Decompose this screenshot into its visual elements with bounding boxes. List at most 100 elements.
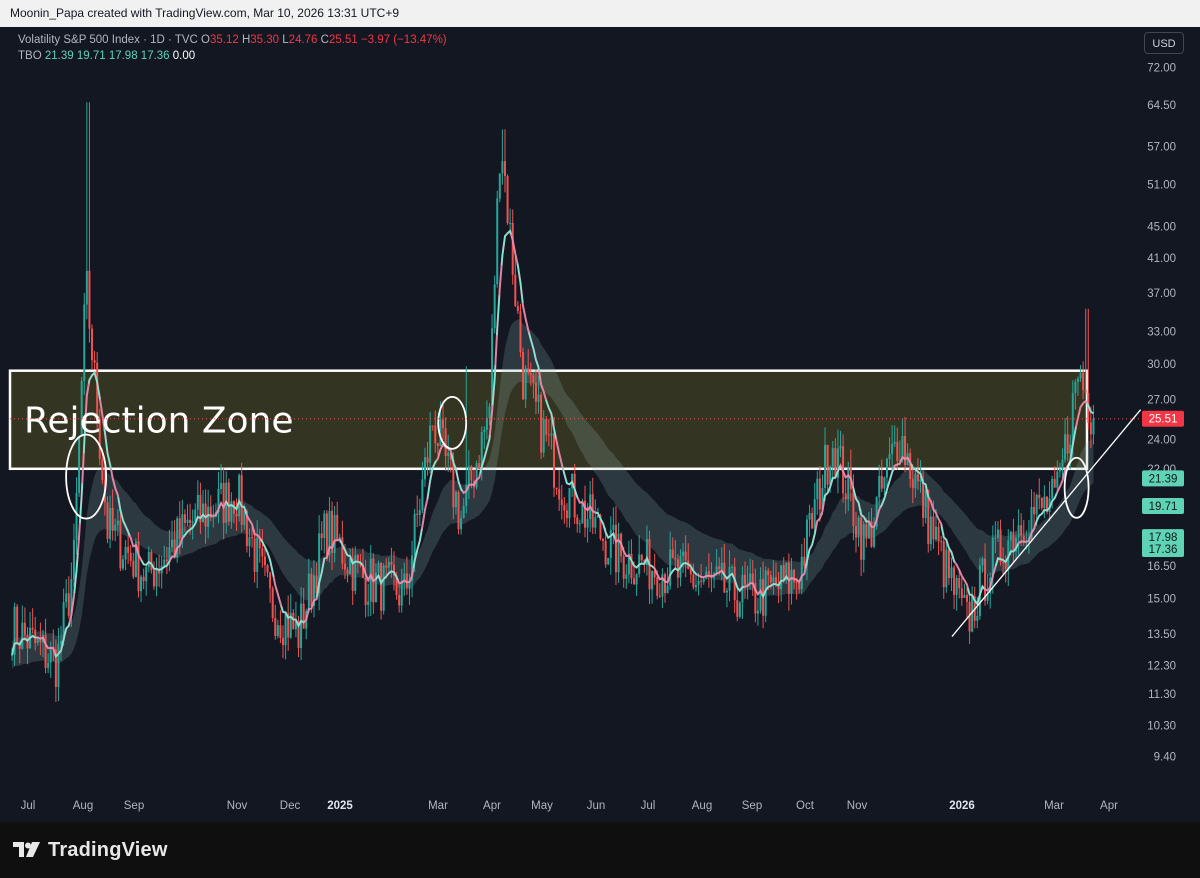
candle-body [640,554,643,561]
candle-body [560,499,563,506]
y-tick-label: 15.00 [1147,593,1176,605]
candle-body [279,625,282,638]
candle-body [447,452,450,457]
candle-body [780,565,783,590]
indicator-legend: TBO 21.39 19.71 17.98 17.36 0.00 [18,50,195,62]
candle-body [865,524,868,539]
candle-body [831,448,834,467]
candle-body [1074,382,1077,393]
candle-body [75,493,78,540]
candle-body [671,549,674,558]
candle-body [824,444,827,489]
candle-body [1092,418,1095,435]
candle-body [212,517,215,519]
candle-body [772,577,775,583]
candle-body [501,161,504,174]
candle-body [862,524,865,560]
candle-body [114,524,117,531]
tradingview-brand[interactable]: TradingView [12,838,168,862]
candle-body [929,516,932,545]
y-tick-label: 45.00 [1147,222,1176,234]
price-chart[interactable]: Rejection Zone 72.00 64.50 57.00 51.00 45.00 4… [0,27,1200,822]
candle-body [857,517,860,538]
candle-body [186,519,189,523]
candle-body [436,443,439,447]
candle-body [423,457,426,480]
candle-body [751,573,754,584]
candle-body [839,446,842,449]
candle-body [367,601,370,605]
candle-body [493,284,496,329]
candle-body [140,576,143,592]
candle-body [503,161,506,177]
indicator-extra-value: 0.00 [172,50,196,62]
candle-body [844,493,847,500]
candle-body [945,549,948,588]
candle-body [700,580,703,582]
price-label: 21.39 [1149,473,1178,485]
candle-body [1043,496,1046,508]
candle-body [263,556,266,566]
candle-body [604,541,607,565]
candle-body [91,328,94,361]
candle-body [932,516,935,540]
chart-panel[interactable]: Rejection Zone 72.00 64.50 57.00 51.00 45.00 4… [0,27,1200,822]
candle-body [1035,494,1038,515]
candle-body [756,610,759,614]
candle-body [684,551,687,561]
attribution-text: Moonin_Papa created with TradingView.com… [10,6,400,20]
candle-body [413,513,416,556]
candle-body [937,526,940,542]
candle-body [178,518,181,539]
candle-body [47,662,50,668]
x-tick-label: Mar [428,800,448,812]
candle-body [725,590,728,593]
candle-body [1051,478,1054,499]
brand-name: TradingView [48,838,168,861]
candle-body [191,521,194,524]
candle-body [1066,434,1069,454]
y-tick-label: 24.00 [1147,434,1176,446]
candle-body [891,443,894,455]
candle-body [532,375,535,383]
x-tick-label: Nov [227,800,248,812]
candle-body [145,567,148,582]
candle-body [720,562,723,570]
currency-button[interactable]: USD [1144,32,1184,54]
candle-body [418,510,421,515]
candle-body [49,646,52,663]
candle-body [240,475,243,525]
candle-body [256,537,259,572]
candle-body [635,574,638,585]
high-value: 35.30 [250,34,280,46]
low-value: 24.76 [288,34,318,46]
x-tick-label: 2026 [949,800,975,812]
candle-body [398,595,401,606]
y-tick-label: 13.50 [1147,629,1176,641]
candle-body [196,494,199,510]
candle-body [516,305,519,312]
candle-body [542,419,545,453]
candle-body [119,520,122,569]
x-tick-label: Sep [124,800,144,812]
candle-body [651,571,654,590]
candle-body [488,406,491,418]
candle-body [744,574,747,585]
candle-body [767,570,770,576]
candle-body [793,569,796,583]
x-tick-label: Aug [692,800,712,812]
candle-body [155,569,158,587]
candle-body [132,560,135,577]
candle-body [421,479,424,511]
candle-body [522,351,525,400]
candle-body [127,546,130,553]
candle-body [514,274,517,306]
candle-body [467,466,470,485]
candle-body [354,555,357,591]
y-tick-label: 37.00 [1147,288,1176,300]
candle-body [682,551,685,557]
candle-body [16,606,19,643]
candle-body [578,523,581,525]
y-tick-label: 57.00 [1147,142,1176,154]
candle-body [697,580,700,585]
